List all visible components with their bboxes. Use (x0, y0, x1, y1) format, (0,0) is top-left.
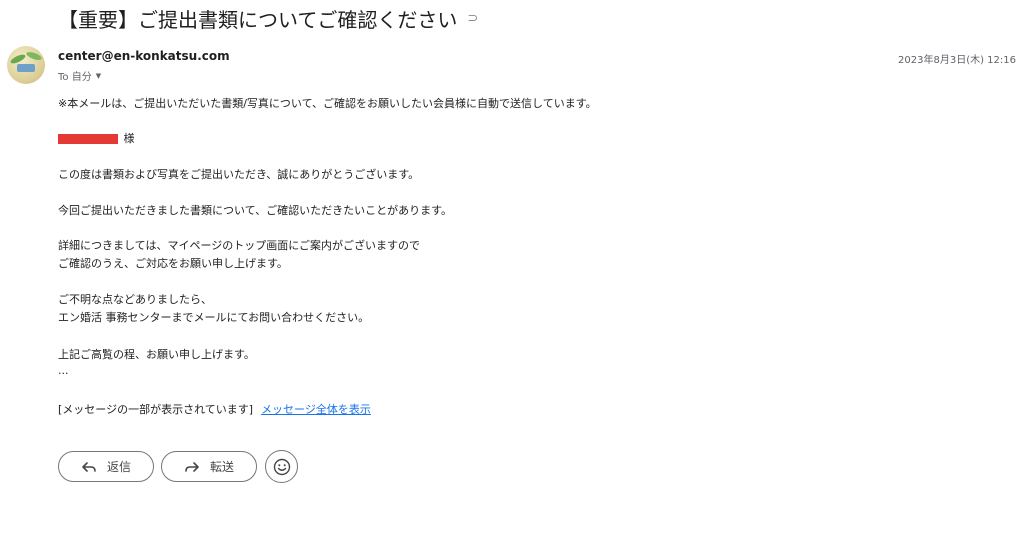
honorific: 様 (123, 132, 135, 145)
email-date: 2023年8月3日(木) 12:16 (898, 55, 1016, 66)
reply-button[interactable]: 返信 (58, 451, 154, 482)
redacted-name (58, 134, 118, 144)
truncated-notice: [メッセージの一部が表示されています] (58, 403, 254, 416)
recipient-name-line: 様 (58, 130, 135, 146)
body-line-confirm: ご確認のうえ、ご対応をお願い申し上げます。 (58, 257, 288, 270)
body-line-closing: 上記ご高覧の程、お願い申し上げます。 (58, 348, 255, 361)
sender-address[interactable]: center@en-konkatsu.com (58, 49, 230, 63)
body-line-auto-notice: ※本メールは、ご提出いただいた書類/写真について、ご確認をお願いしたい会員様に自… (58, 97, 597, 110)
recipient-details[interactable]: To 自分 ▼ (58, 68, 101, 84)
view-full-message-link[interactable]: メッセージ全体を表示 (261, 401, 371, 417)
body-line-thanks: この度は書類および写真をご提出いただき、誠にありがとうございます。 (58, 168, 420, 181)
label-icon[interactable]: ⊃ (467, 11, 478, 26)
reply-label: 返信 (106, 460, 131, 474)
smiley-icon (273, 458, 290, 475)
truncated-message-row: [メッセージの一部が表示されています] メッセージ全体を表示 (58, 401, 371, 417)
recipient-label: To 自分 (58, 72, 92, 83)
forward-icon (185, 461, 199, 472)
reply-icon (82, 461, 96, 472)
sender-avatar[interactable] (7, 46, 45, 84)
body-line-questions: ご不明な点などありましたら、 (58, 293, 212, 306)
email-subject: 【重要】ご提出書類についてご確認ください (58, 7, 458, 32)
body-ellipsis[interactable]: ... (58, 364, 69, 377)
body-line-details: 詳細につきましては、マイページのトップ画面にご案内がございますので (58, 239, 421, 252)
email-subject-row: 【重要】ご提出書類についてご確認ください ⊃ (58, 6, 478, 32)
emoji-reaction-button[interactable] (265, 450, 298, 483)
avatar-leaf-right (25, 50, 43, 62)
avatar-logo-mark (17, 64, 35, 72)
forward-button[interactable]: 転送 (161, 451, 257, 482)
body-line-request: 今回ご提出いただきました書類について、ご確認いただきたいことがあります。 (58, 204, 453, 217)
forward-label: 転送 (209, 460, 234, 474)
chevron-down-icon[interactable]: ▼ (96, 72, 101, 80)
body-line-contact: エン婚活 事務センターまでメールにてお問い合わせください。 (58, 311, 370, 324)
